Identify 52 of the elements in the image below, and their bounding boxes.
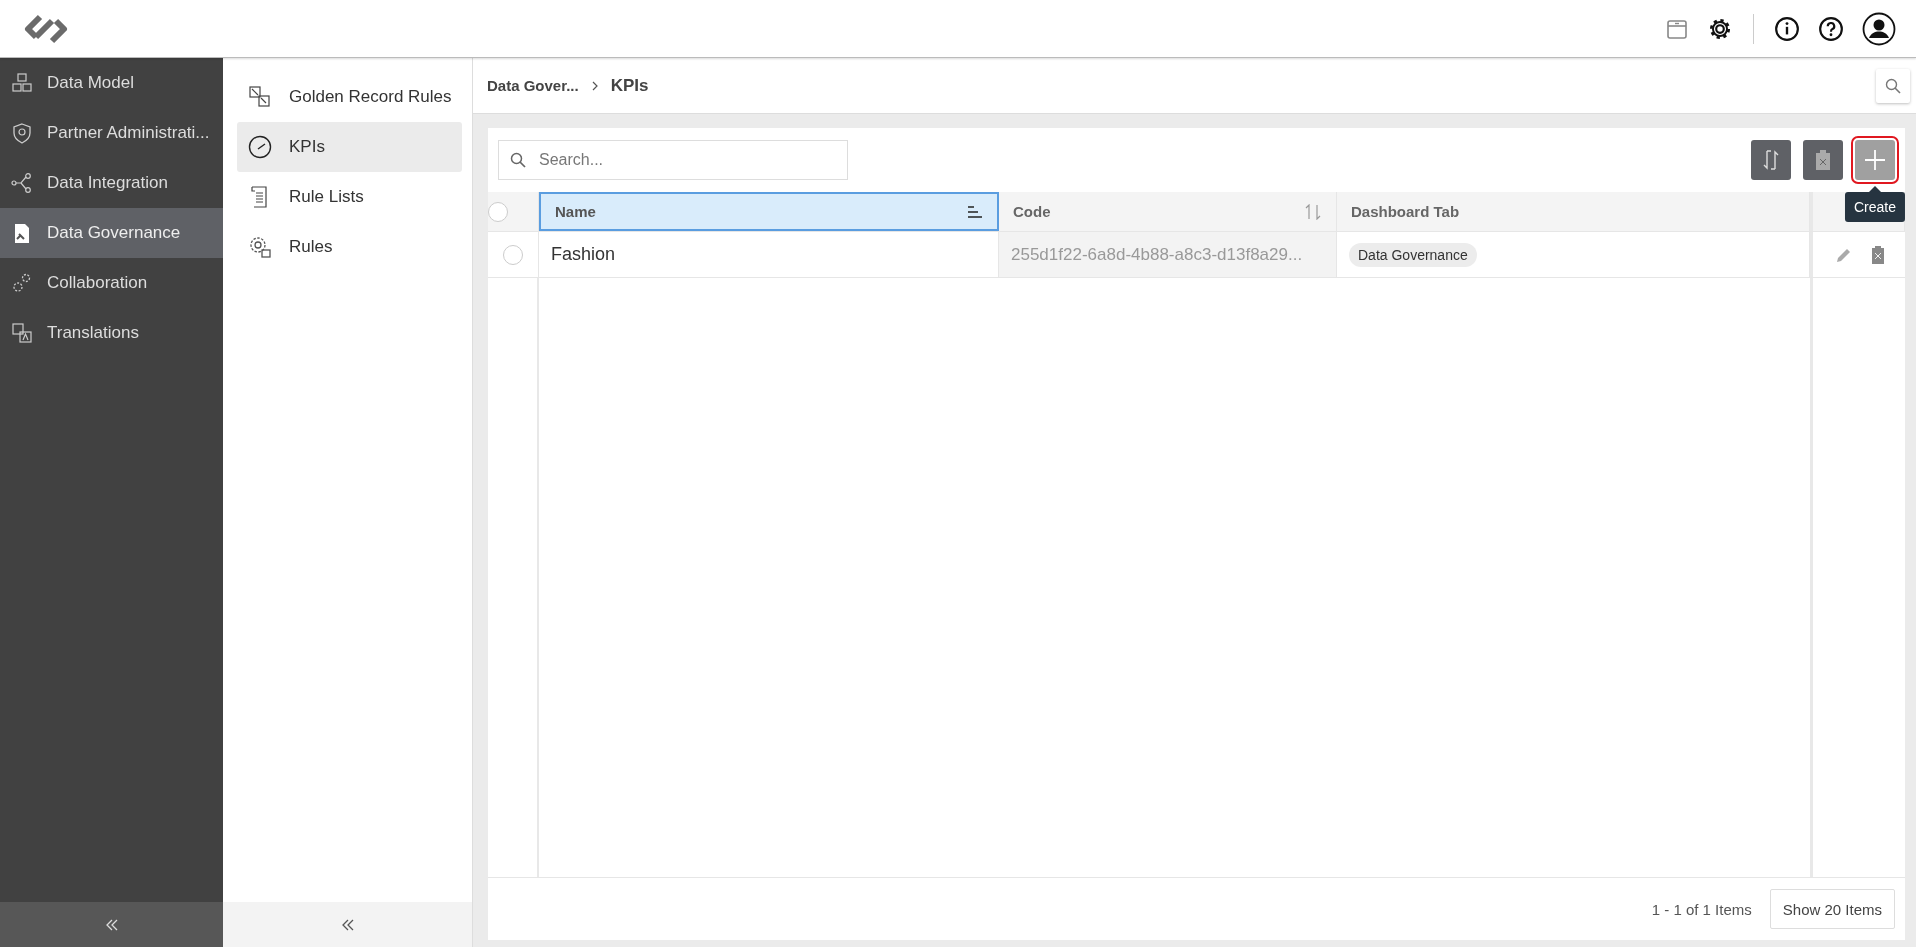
translate-icon — [11, 322, 33, 344]
sort-arrows-icon[interactable] — [1304, 203, 1322, 220]
nav-item[interactable]: Data Governance — [0, 208, 223, 258]
trash-icon — [1815, 149, 1831, 171]
trash-icon[interactable] — [1870, 244, 1885, 265]
sort-icon[interactable] — [967, 205, 983, 218]
nav-item[interactable]: Collaboration — [0, 258, 223, 308]
gear-icon — [247, 234, 273, 260]
page-size-button[interactable]: Show 20 Items — [1769, 889, 1895, 929]
nav-item[interactable]: Data Model — [0, 58, 223, 108]
column-header[interactable]: Name — [539, 192, 999, 231]
sub-nav-item[interactable]: Rules — [237, 222, 462, 272]
nav-item[interactable]: Partner Administrati... — [0, 108, 223, 158]
search-icon — [1885, 77, 1901, 94]
pagination-summary: 1 - 1 of 1 Items — [1651, 900, 1752, 918]
refresh-button[interactable] — [1751, 140, 1791, 180]
info-icon[interactable] — [1774, 15, 1800, 42]
plus-icon — [1864, 149, 1886, 171]
column-header[interactable]: Code — [999, 192, 1337, 231]
page-title: KPIs — [610, 75, 649, 96]
column-title: Name — [555, 203, 596, 220]
tag: Data Governance — [1349, 242, 1477, 267]
logo-icon[interactable] — [22, 12, 70, 45]
arrows-icon — [247, 84, 273, 110]
tooltip: Create — [1845, 192, 1905, 222]
nav-item[interactable]: Translations — [0, 308, 223, 358]
gears-icon — [11, 272, 33, 294]
chevron-icon — [590, 80, 599, 91]
help-icon[interactable] — [1818, 15, 1844, 42]
breadcrumb-link[interactable]: Data Gover... — [487, 77, 579, 94]
select-all-checkbox[interactable] — [488, 201, 508, 222]
user-avatar-icon[interactable] — [1862, 11, 1896, 46]
tooltip-pointer — [1869, 186, 1881, 192]
search-button[interactable] — [1876, 68, 1910, 103]
search-field[interactable]: Search... — [498, 140, 848, 180]
row-checkbox[interactable] — [503, 244, 523, 265]
sub-nav-item[interactable]: KPIs — [237, 122, 462, 172]
shield-icon — [11, 122, 33, 144]
column-header[interactable]: Dashboard Tab — [1337, 192, 1810, 231]
column-title: Code — [1013, 203, 1051, 220]
sub-nav-item[interactable]: Rule Lists — [237, 172, 462, 222]
double-chevron-icon — [104, 917, 119, 932]
gauge-icon — [247, 134, 273, 160]
delete-button[interactable] — [1803, 140, 1843, 180]
sub-nav-item[interactable]: Golden Record Rules — [237, 72, 462, 122]
nav-item[interactable]: Data Integration — [0, 158, 223, 208]
table-cell: Fashion — [551, 244, 616, 265]
table-cell: 255d1f22-6a8d-4b88-a8c3-d13f8a29... — [1011, 244, 1303, 265]
column-title: Dashboard Tab — [1351, 203, 1460, 220]
nodes-icon — [11, 172, 33, 194]
double-chevron-icon — [340, 917, 355, 932]
swap-arrows-icon — [1761, 148, 1781, 172]
